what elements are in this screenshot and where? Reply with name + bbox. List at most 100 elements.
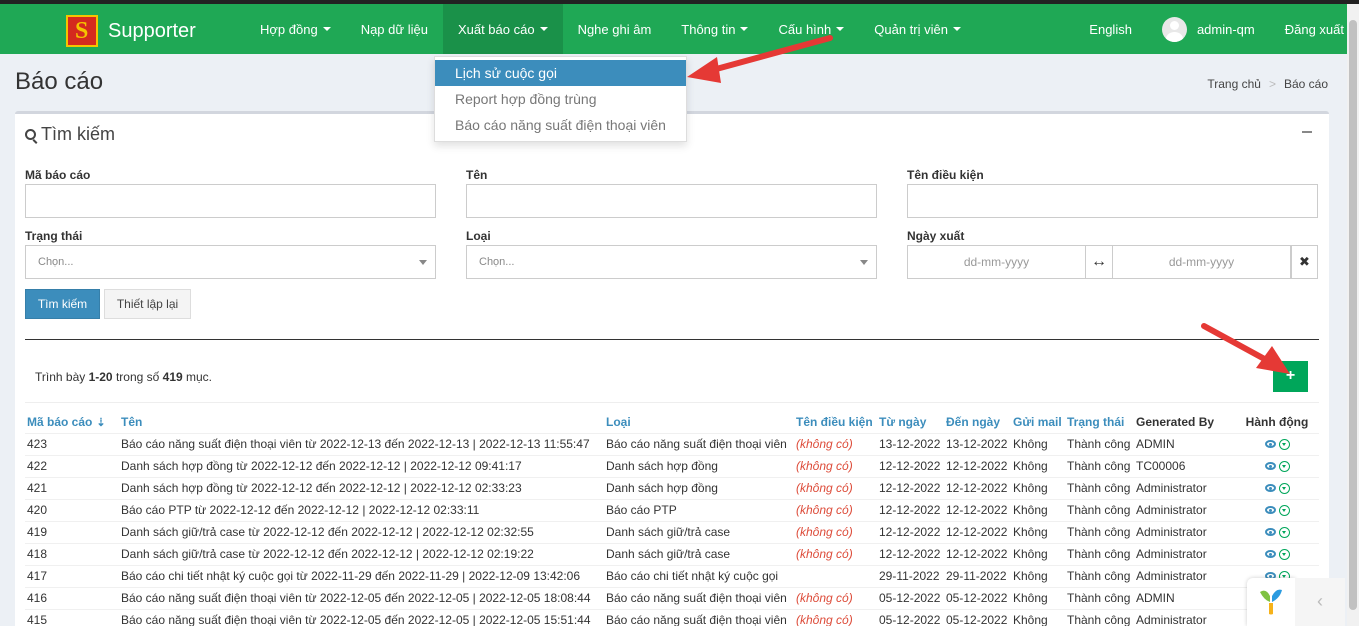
table-cell: 13-12-2022 [944,432,1011,455]
download-icon[interactable] [1278,438,1290,450]
table-cell: 421 [25,476,119,499]
column-header-7[interactable]: Trạng thái [1065,411,1134,433]
code-label: Mã báo cáo [25,168,91,182]
table-cell: 29-11-2022 [877,564,944,587]
reset-button[interactable]: Thiết lập lại [104,289,191,319]
nav-item-6[interactable]: Quản trị viên [859,4,976,54]
page-scrollbar[interactable] [1347,4,1359,626]
table-cell: 12-12-2022 [877,498,944,521]
table-row: 423 Báo cáo năng suất điện thoại viên từ … [25,432,1319,455]
table-cell: 12-12-2022 [944,476,1011,499]
chevron-left-icon[interactable]: ‹ [1295,578,1345,626]
nav-item-label: Hợp đồng [260,21,318,37]
date-to-input[interactable]: dd-mm-yyyy [1112,245,1291,279]
table-cell: ADMIN [1134,432,1235,455]
table-cell: Danh sách giữ/trả case từ 2022-12-12 đến… [119,520,604,543]
condition-input[interactable] [907,184,1318,218]
table-cell: Báo cáo năng suất điện thoại viên từ 202… [119,432,604,455]
table-cell: 05-12-2022 [944,586,1011,609]
nav-item-1[interactable]: Nạp dữ liệu [346,4,443,54]
breadcrumb-current: Báo cáo [1283,77,1328,91]
clear-date-icon[interactable]: ✖ [1291,245,1318,279]
table-cell: (không có) [794,542,877,565]
eye-icon[interactable] [1264,462,1276,470]
table-cell: Thành công [1065,432,1134,455]
top-navbar: S Supporter Hợp đồng Nạp dữ liệu Xuất báo … [0,4,1359,54]
nav-item-3[interactable]: Nghe ghi âm [563,4,667,54]
download-icon[interactable] [1278,548,1290,560]
dropdown-item-0[interactable]: Lịch sử cuộc gọi [435,60,686,86]
table-cell [794,564,877,587]
table-cell: Administrator [1134,542,1235,565]
user-name: admin-qm [1196,21,1255,37]
table-cell: (không có) [794,454,877,477]
chat-widget[interactable] [1247,578,1295,626]
table-cell: Không [1011,520,1065,543]
table-cell: Báo cáo chi tiết nhật ký cuộc gọi từ 202… [119,564,604,587]
table-cell: Thành công [1065,542,1134,565]
eye-icon[interactable] [1264,440,1276,448]
column-header-2[interactable]: Loại [604,411,794,433]
avatar-icon [1161,16,1187,42]
table-cell: (không có) [794,520,877,543]
nav-item-label: Xuất báo cáo [457,21,535,37]
table-cell: Báo cáo năng suất điện thoại viên từ 202… [119,586,604,609]
date-from-input[interactable]: dd-mm-yyyy [907,245,1086,279]
row-actions [1235,454,1319,477]
user-menu[interactable]: admin-qm [1147,4,1270,54]
table-cell: 423 [25,432,119,455]
logo-icon: S [66,15,98,47]
column-header-4[interactable]: Từ ngày [877,411,944,433]
nav-item-0[interactable]: Hợp đồng [245,4,346,54]
language-switch[interactable]: English [1074,4,1147,54]
status-select[interactable]: Chọn... [25,245,436,279]
dropdown-item-2[interactable]: Báo cáo năng suất điện thoại viên [435,112,686,138]
column-header-5[interactable]: Đến ngày [944,411,1011,433]
collapse-icon[interactable] [1302,131,1312,133]
search-button[interactable]: Tìm kiếm [25,289,100,319]
download-icon[interactable] [1278,526,1290,538]
column-header-1[interactable]: Tên [119,411,604,433]
result-summary: Trình bày 1-20 trong số 419 mục. [35,370,213,384]
column-header-6[interactable]: Gửi mail [1011,411,1065,433]
dropdown-item-1[interactable]: Report hợp đồng trùng [435,86,686,112]
logout-link[interactable]: Đăng xuất [1270,4,1359,54]
report-export-dropdown: Lịch sử cuộc gọi Report hợp đồng trùng Báo… [434,56,687,142]
breadcrumb-home[interactable]: Trang chủ [1207,77,1261,91]
eye-icon[interactable] [1264,484,1276,492]
table-cell: Không [1011,432,1065,455]
brand[interactable]: S Supporter [66,15,196,47]
column-header-0[interactable]: Mã báo cáo ⇣ [25,411,119,433]
table-cell: (không có) [794,476,877,499]
eye-icon[interactable] [1264,506,1276,514]
caret-down-icon [740,27,749,31]
table-cell: Không [1011,476,1065,499]
column-header-9: Hành động [1245,414,1309,429]
nav-item-label: Nạp dữ liệu [360,21,428,37]
search-title-text: Tìm kiếm [41,124,115,144]
eye-icon[interactable] [1264,528,1276,536]
download-icon[interactable] [1278,482,1290,494]
nav-item-label: Nghe ghi âm [577,21,652,37]
table-cell: (không có) [794,498,877,521]
table-cell: 29-11-2022 [944,564,1011,587]
table-cell: Thành công [1065,586,1134,609]
brand-name: Supporter [108,19,196,42]
download-icon[interactable] [1278,504,1290,516]
breadcrumb: Trang chủ > Báo cáo [1207,77,1328,91]
table-cell: Danh sách hợp đồng [604,476,794,499]
table-cell: 12-12-2022 [944,542,1011,565]
table-cell: Không [1011,498,1065,521]
eye-icon[interactable] [1264,550,1276,558]
table-cell: 12-12-2022 [877,520,944,543]
nav-item-2[interactable]: Xuất báo cáo [442,4,563,54]
column-header-3[interactable]: Tên điều kiện [794,411,877,433]
name-input[interactable] [466,184,877,218]
table-cell: Danh sách giữ/trả case từ 2022-12-12 đến… [119,542,604,565]
nav-item-label: Quản trị viên [874,21,948,37]
download-icon[interactable] [1278,460,1290,472]
table-cell: Không [1011,454,1065,477]
type-select[interactable]: Chọn... [466,245,877,279]
code-input[interactable] [25,184,436,218]
table-cell: Administrator [1134,520,1235,543]
